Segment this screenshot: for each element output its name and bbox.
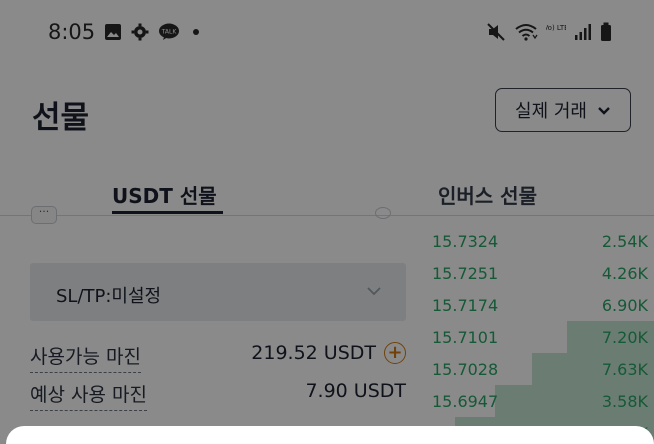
orderbook-row[interactable]: 15.7028 7.63K (420, 353, 654, 385)
orderbook-row[interactable]: 15.7101 7.20K (420, 321, 654, 353)
estimated-margin-value: 7.90 USDT (305, 380, 406, 402)
status-time: 8:05 (48, 20, 96, 44)
volte-text: Vo) LTE (546, 24, 566, 32)
orderbook-price: 15.7324 (432, 232, 499, 251)
futures-screen: 8:05 TALK Vo) LTE (0, 0, 654, 444)
orderbook-price: 15.7251 (432, 264, 499, 283)
orderbook-quantity: 3.58K (601, 392, 648, 411)
chevron-down-icon (597, 100, 611, 121)
available-margin-value: 219.52 USDT (251, 342, 376, 364)
add-margin-icon[interactable]: + (384, 342, 406, 364)
orderbook-row[interactable]: 15.7324 2.54K (420, 225, 654, 257)
orderbook-row[interactable]: 15.7174 6.90K (420, 289, 654, 321)
estimated-margin-value-group: 7.90 USDT (305, 380, 406, 402)
chevron-down-icon (366, 282, 382, 301)
settings-icon (131, 22, 149, 42)
tab-inverse-futures[interactable]: 인버스 선물 (438, 180, 537, 209)
talk-chat-icon: TALK (158, 22, 180, 42)
available-margin-label[interactable]: 사용가능 마진 (30, 342, 141, 373)
orderbook-quantity: 7.20K (601, 328, 648, 347)
more-options-button[interactable]: ··· (31, 206, 57, 224)
option-toggle-icon[interactable] (375, 207, 391, 219)
page-title: 선물 (32, 100, 90, 136)
volte-icon: Vo) LTE (546, 22, 566, 42)
estimated-margin-row: 예상 사용 마진 7.90 USDT (30, 380, 406, 412)
talk-text: TALK (161, 29, 178, 36)
active-tab-indicator (112, 211, 223, 214)
orderbook-quantity: 4.26K (601, 264, 648, 283)
status-bar: 8:05 TALK Vo) LTE (0, 0, 654, 64)
orderbook-bids: 15.7324 2.54K 15.7251 4.26K 15.7174 6.90K 15.7… (420, 216, 654, 444)
orderbook-price: 15.7101 (432, 328, 499, 347)
orderbook-row[interactable]: 15.7251 4.26K (420, 257, 654, 289)
orderbook-quantity: 2.54K (601, 232, 648, 251)
status-icons-left: TALK (104, 22, 203, 42)
gallery-icon (104, 22, 122, 42)
status-icons-right: Vo) LTE (486, 22, 612, 42)
battery-icon (600, 22, 612, 42)
mute-icon (486, 22, 506, 42)
available-margin-value-group: 219.52 USDT + (251, 342, 406, 364)
bottom-sheet[interactable] (6, 426, 654, 444)
orderbook-price: 15.6947 (432, 392, 499, 411)
trading-mode-label: 실제 거래 (515, 101, 587, 122)
orderbook-price: 15.7174 (432, 296, 499, 315)
orderbook-row[interactable]: 15.6947 3.58K (420, 385, 654, 417)
trading-mode-select[interactable]: 실제 거래 (495, 88, 631, 132)
tab-usdt-futures[interactable]: USDT 선물 (112, 180, 217, 209)
notification-dot-icon (189, 22, 203, 42)
estimated-margin-label[interactable]: 예상 사용 마진 (30, 380, 147, 411)
available-margin-row: 사용가능 마진 219.52 USDT + (30, 342, 406, 374)
orderbook-quantity: 7.63K (601, 360, 648, 379)
sltp-select[interactable]: SL/TP:미설정 (30, 263, 406, 321)
sltp-label: SL/TP:미설정 (56, 286, 162, 307)
signal-icon (574, 22, 592, 42)
wifi-icon (514, 22, 538, 42)
orderbook-quantity: 6.90K (601, 296, 648, 315)
orderbook-price: 15.7028 (432, 360, 499, 379)
